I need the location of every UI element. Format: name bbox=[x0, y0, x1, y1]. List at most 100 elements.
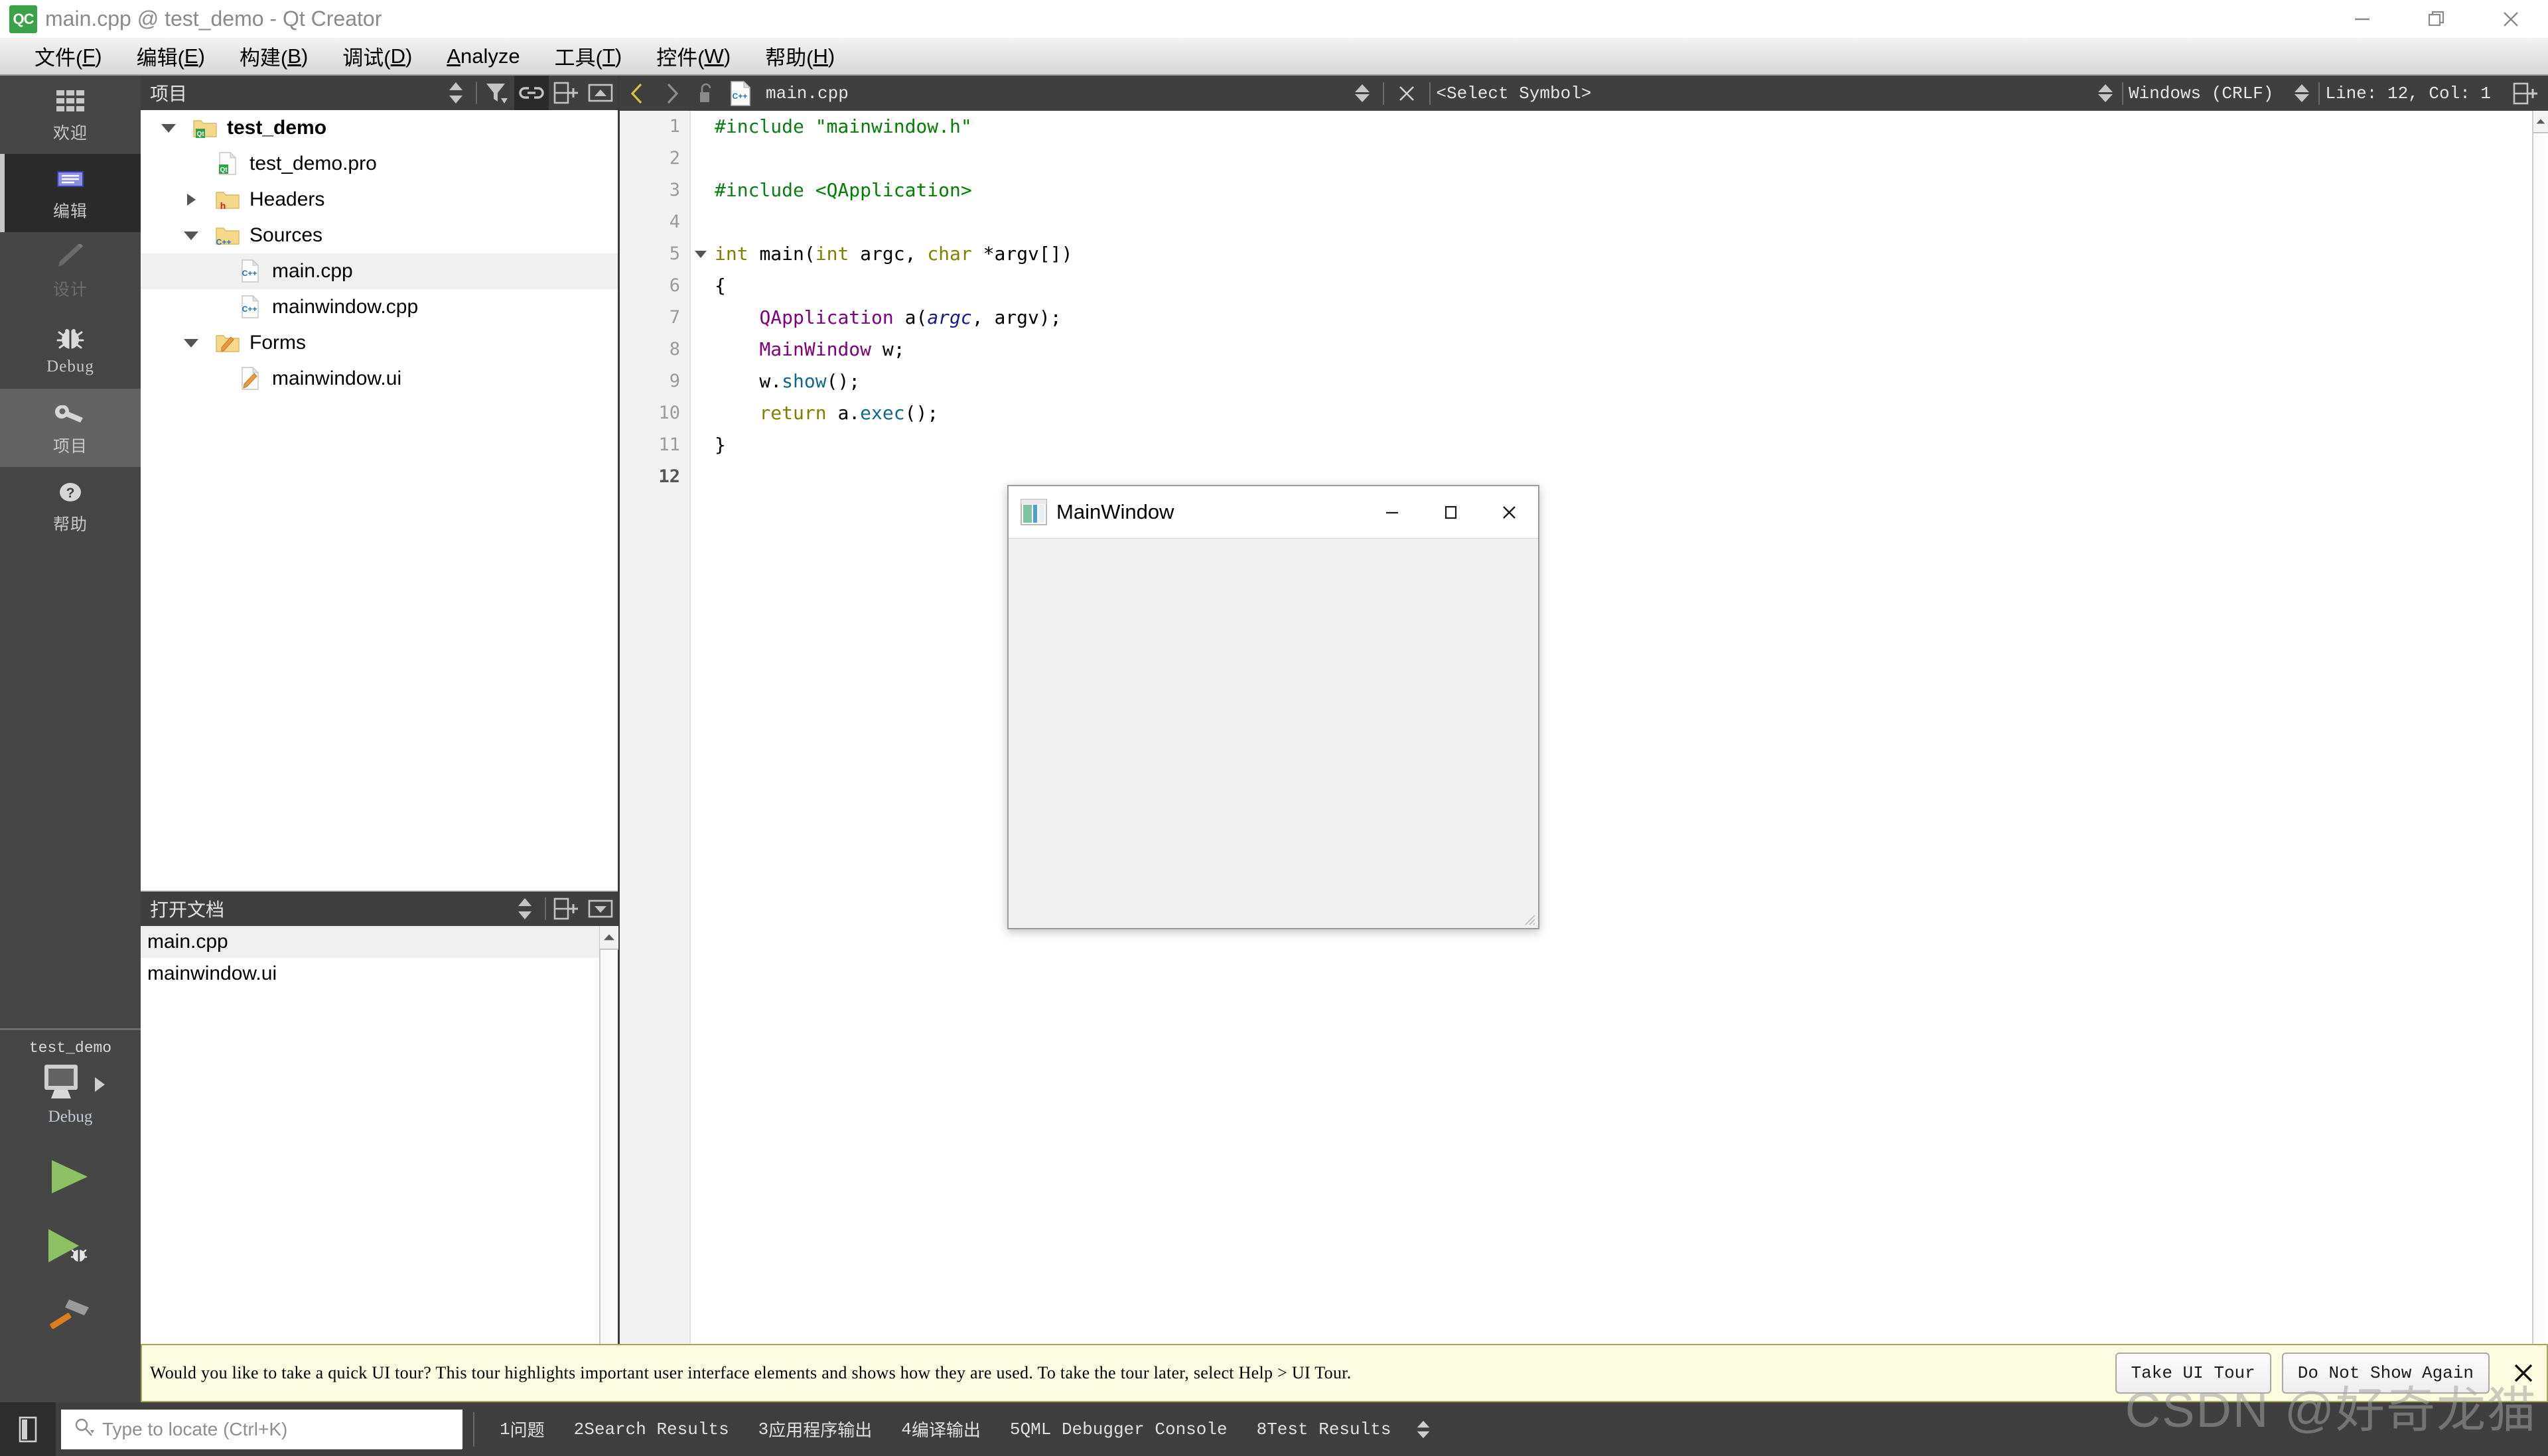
output-pane-qml-debugger-console[interactable]: 5 QML Debugger Console bbox=[995, 1402, 1242, 1456]
spin-arrows-icon[interactable] bbox=[508, 892, 542, 926]
resize-grip[interactable] bbox=[1522, 911, 1536, 926]
tree-item-mainwindow-cpp[interactable]: C++ mainwindow.cpp bbox=[141, 289, 618, 325]
chevron-right-icon[interactable] bbox=[654, 76, 689, 111]
menu-item-8[interactable]: 帮助(H) bbox=[748, 38, 852, 74]
close-icon[interactable] bbox=[2474, 0, 2548, 38]
output-pane-test-results[interactable]: 8 Test Results bbox=[1242, 1402, 1406, 1456]
spin-arrows-icon[interactable] bbox=[1412, 1420, 1435, 1439]
chevron-down-icon[interactable] bbox=[150, 123, 187, 133]
sidebar-toggle-icon[interactable] bbox=[0, 1402, 56, 1456]
menu-item-2[interactable]: 编辑(E) bbox=[119, 38, 222, 74]
chevron-right-icon[interactable] bbox=[173, 194, 210, 206]
maximize-icon[interactable] bbox=[1421, 487, 1480, 537]
code-line[interactable]: #include "mainwindow.h" bbox=[715, 111, 2532, 143]
toolbar-divider bbox=[476, 82, 477, 104]
debug-button[interactable] bbox=[40, 1224, 100, 1267]
menu-item-5[interactable]: Analyze bbox=[429, 38, 537, 74]
editor-file-name[interactable]: main.cpp bbox=[766, 84, 849, 103]
collapse-down-icon[interactable] bbox=[583, 892, 618, 926]
tree-item-forms[interactable]: Forms bbox=[141, 325, 618, 361]
collapse-icon[interactable] bbox=[583, 76, 618, 110]
code-line[interactable] bbox=[715, 461, 2532, 493]
qt-creator-window: QC main.cpp @ test_demo - Qt Creator 文件(… bbox=[0, 0, 2548, 1456]
funnel-icon[interactable] bbox=[480, 76, 514, 110]
chevron-left-icon[interactable] bbox=[620, 76, 654, 111]
output-pane-search-results[interactable]: 2 Search Results bbox=[559, 1402, 744, 1456]
ui-tour-message: Would you like to take a quick UI tour? … bbox=[150, 1363, 1352, 1382]
close-icon[interactable] bbox=[1480, 487, 1538, 537]
menu-item-1[interactable]: 文件(F) bbox=[17, 38, 119, 74]
tree-item-mainwindow-ui[interactable]: mainwindow.ui bbox=[141, 361, 618, 397]
line-ending-selector[interactable]: Windows (CRLF) bbox=[2129, 84, 2273, 103]
output-pane--[interactable]: 1 问题 bbox=[485, 1402, 559, 1456]
scroll-up-icon[interactable] bbox=[600, 926, 618, 950]
spin-arrows-icon[interactable] bbox=[439, 76, 473, 110]
take-ui-tour-button[interactable]: Take UI Tour bbox=[2115, 1353, 2271, 1394]
mainwindow-popup[interactable]: MainWindow bbox=[1007, 485, 1539, 929]
svg-text:h: h bbox=[220, 200, 226, 211]
output-pane--[interactable]: 3 应用程序输出 bbox=[744, 1402, 887, 1456]
open-documents-list[interactable]: main.cpp mainwindow.ui bbox=[141, 926, 599, 1402]
split-plus-icon[interactable] bbox=[549, 892, 583, 926]
scroll-up-icon[interactable] bbox=[2533, 111, 2548, 133]
code-folding-column[interactable] bbox=[691, 111, 711, 1402]
minimize-icon[interactable] bbox=[1363, 487, 1421, 537]
tree-item-label: mainwindow.cpp bbox=[272, 296, 419, 318]
code-content[interactable]: #include "mainwindow.h" #include <QApplic… bbox=[715, 111, 2532, 1402]
tree-item-test-demo[interactable]: Qt test_demo bbox=[141, 110, 618, 146]
chevron-right-icon[interactable] bbox=[94, 1077, 105, 1092]
opendocs-scrollbar[interactable] bbox=[599, 926, 618, 1402]
output-pane--[interactable]: 4 编译输出 bbox=[886, 1402, 995, 1456]
chevron-down-icon[interactable] bbox=[173, 338, 210, 348]
menu-item-3[interactable]: 构建(B) bbox=[222, 38, 325, 74]
tree-item-headers[interactable]: h Headers bbox=[141, 182, 618, 218]
code-line[interactable] bbox=[715, 206, 2532, 238]
menu-item-6[interactable]: 工具(T) bbox=[537, 38, 640, 74]
open-document-mainwindow-ui[interactable]: mainwindow.ui bbox=[141, 958, 599, 990]
open-document-main-cpp[interactable]: main.cpp bbox=[141, 926, 599, 958]
symbol-selector[interactable]: <Select Symbol> bbox=[1436, 84, 1591, 103]
code-line[interactable] bbox=[715, 143, 2532, 174]
run-button[interactable] bbox=[40, 1156, 100, 1198]
menu-item-7[interactable]: 控件(W) bbox=[639, 38, 748, 74]
unlocked-icon[interactable] bbox=[689, 76, 723, 111]
split-plus-icon[interactable] bbox=[549, 76, 583, 110]
sidebar-item-help[interactable]: ? 帮助 bbox=[0, 467, 141, 545]
sidebar-item-welcome[interactable]: 欢迎 bbox=[0, 76, 141, 154]
sidebar-item-projects[interactable]: 项目 bbox=[0, 389, 141, 467]
code-line[interactable]: { bbox=[715, 270, 2532, 302]
code-line[interactable]: QApplication a(argc, argv); bbox=[715, 302, 2532, 334]
locator-search[interactable]: Type to locate (Ctrl+K) bbox=[61, 1409, 462, 1449]
build-button[interactable] bbox=[40, 1293, 100, 1336]
sidebar-item-debug[interactable]: Debug bbox=[0, 310, 141, 389]
kit-selector[interactable]: test_demo Debug bbox=[0, 1030, 141, 1126]
restore-icon[interactable] bbox=[2399, 0, 2474, 38]
menu-item-4[interactable]: 调试(D) bbox=[325, 38, 429, 74]
split-plus-icon[interactable] bbox=[2508, 76, 2543, 111]
spin-arrows-icon[interactable] bbox=[1351, 84, 1374, 102]
tree-item-main-cpp[interactable]: C++ main.cpp bbox=[141, 253, 618, 289]
tree-item-test-demo-pro[interactable]: Qt test_demo.pro bbox=[141, 146, 618, 182]
code-line[interactable]: #include <QApplication> bbox=[715, 174, 2532, 206]
code-editor[interactable]: 1 2 3 4 5 6 7 8 9 10 11 12 #include "mainwindow.h" #… bbox=[620, 111, 2532, 1402]
do-not-show-again-button[interactable]: Do Not Show Again bbox=[2281, 1353, 2490, 1394]
project-tree[interactable]: Qt test_demo Qt test_demo.pro h Headers C++ Sou… bbox=[141, 110, 618, 890]
close-x-icon[interactable] bbox=[1389, 76, 1424, 111]
link-icon[interactable] bbox=[514, 76, 549, 110]
opendocs-panel-header: 打开文档 bbox=[141, 892, 618, 926]
close-x-icon[interactable] bbox=[2500, 1350, 2547, 1396]
minimize-icon[interactable] bbox=[2325, 0, 2399, 38]
chevron-down-icon[interactable] bbox=[173, 231, 210, 240]
fold-toggle-icon[interactable] bbox=[691, 238, 711, 270]
code-line[interactable]: return a.exec(); bbox=[715, 397, 2532, 429]
code-line[interactable]: int main(int argc, char *argv[]) bbox=[715, 238, 2532, 270]
editor-scrollbar[interactable] bbox=[2532, 111, 2548, 1402]
sidebar-item-edit[interactable]: 编辑 bbox=[0, 154, 141, 232]
code-line[interactable]: MainWindow w; bbox=[715, 334, 2532, 365]
tree-item-sources[interactable]: C++ Sources bbox=[141, 218, 618, 253]
code-line[interactable]: } bbox=[715, 429, 2532, 461]
spin-arrows-icon[interactable] bbox=[2094, 84, 2117, 102]
code-line[interactable]: w.show(); bbox=[715, 365, 2532, 397]
spin-arrows-icon[interactable] bbox=[2291, 84, 2313, 102]
